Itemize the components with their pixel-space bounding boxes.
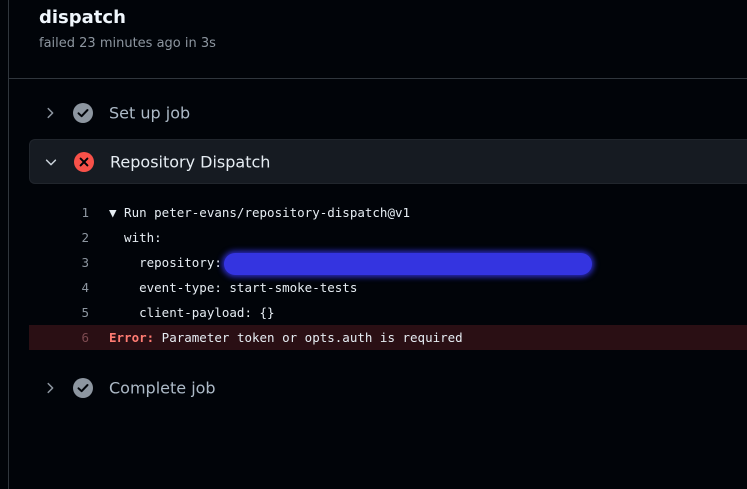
step-complete-job[interactable]: Complete job bbox=[29, 365, 747, 410]
job-header: dispatch failed 23 minutes ago in 3s bbox=[9, 0, 747, 79]
log-line-error: 6 Error: Parameter token or opts.auth is… bbox=[29, 325, 747, 350]
log-line: 2 with: bbox=[29, 225, 747, 250]
step-label: Repository Dispatch bbox=[110, 152, 271, 171]
log-text: with: bbox=[109, 230, 162, 245]
line-number[interactable]: 2 bbox=[29, 225, 89, 250]
x-circle-icon bbox=[74, 151, 94, 172]
log-line: 1 ▼ Run peter-evans/repository-dispatch@… bbox=[29, 200, 747, 225]
log-line: 5 client-payload: {} bbox=[29, 300, 747, 325]
log-text: client-payload: {} bbox=[109, 305, 275, 320]
chevron-right-icon[interactable] bbox=[43, 381, 57, 395]
redaction-scribble bbox=[223, 252, 592, 275]
line-number[interactable]: 5 bbox=[29, 300, 89, 325]
step-repository-dispatch[interactable]: Repository Dispatch bbox=[29, 139, 747, 184]
check-circle-icon bbox=[73, 377, 93, 398]
log-text-row: Error: Parameter token or opts.auth is r… bbox=[109, 325, 463, 350]
log-text: repository: bbox=[109, 255, 222, 270]
chevron-right-icon[interactable] bbox=[43, 106, 57, 120]
step-label: Set up job bbox=[109, 103, 191, 122]
chevron-down-icon[interactable] bbox=[44, 155, 58, 169]
job-title: dispatch bbox=[39, 7, 126, 28]
log-text-row: repository: bbox=[109, 250, 592, 275]
line-number[interactable]: 6 bbox=[29, 325, 89, 350]
step-label: Complete job bbox=[109, 378, 216, 397]
log-line: 4 event-type: start-smoke-tests bbox=[29, 275, 747, 300]
log-line: 3 repository: bbox=[29, 250, 747, 275]
step-log: 1 ▼ Run peter-evans/repository-dispatch@… bbox=[29, 200, 747, 350]
step-set-up-job[interactable]: Set up job bbox=[29, 90, 747, 135]
check-circle-icon bbox=[73, 102, 93, 123]
error-label: Error: bbox=[109, 330, 155, 345]
log-text: event-type: start-smoke-tests bbox=[109, 280, 358, 295]
line-number[interactable]: 3 bbox=[29, 250, 89, 275]
error-message: Parameter token or opts.auth is required bbox=[154, 330, 463, 345]
line-number[interactable]: 1 bbox=[29, 200, 89, 225]
line-number[interactable]: 4 bbox=[29, 275, 89, 300]
job-status-text: failed 23 minutes ago in 3s bbox=[39, 36, 216, 51]
log-text[interactable]: ▼ Run peter-evans/repository-dispatch@v1 bbox=[109, 200, 410, 225]
